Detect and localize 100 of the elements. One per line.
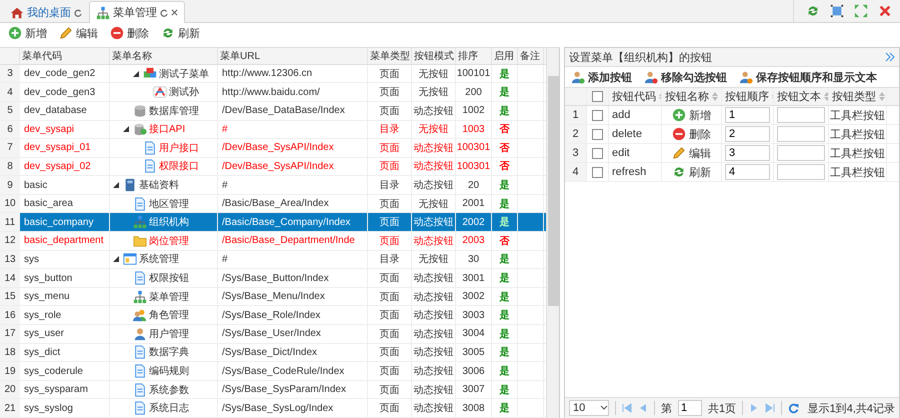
page-size-select[interactable]: 10 (569, 400, 609, 416)
scrollbar[interactable] (546, 48, 559, 418)
table-cell: 100301 (456, 158, 492, 176)
expanded-caret-icon[interactable] (132, 70, 140, 78)
table-row[interactable]: 18 sys_dict 数据字典 /Sys/Base_Dict/Index 页面 动态按钮 3005 是 (0, 344, 546, 362)
table-cell: /Basic/Base_Department/Inde (218, 232, 368, 250)
toolbar-button[interactable]: 移除勾选按钮 (642, 70, 729, 84)
close-icon[interactable] (171, 9, 178, 16)
expanded-caret-icon[interactable] (112, 181, 120, 190)
table-row[interactable]: 4 dev_code_gen3 测试孙 http://www.baidu.com/ 页面 无按钮 200 是 (0, 83, 546, 102)
row-number: 20 (0, 380, 20, 398)
window-icon (123, 252, 137, 266)
toolbar-button[interactable]: 添加按钮 (569, 70, 634, 84)
column-header[interactable]: 菜单URL (218, 48, 368, 64)
table-cell: 动态按钮 (412, 176, 456, 194)
order-input[interactable]: 4 (725, 164, 770, 180)
table-row[interactable]: 6 dev_sysapi 接口API # 目录 无按钮 1003 否 (0, 120, 546, 140)
table-cell: 动态按钮 (412, 158, 456, 176)
table-cell: dev_code_gen3 (20, 83, 110, 101)
page-input[interactable]: 1 (678, 400, 702, 416)
menu-name: 测试孙 (169, 86, 199, 100)
toolbar-button[interactable]: 刷新 (159, 26, 202, 40)
text-input[interactable] (777, 145, 825, 161)
toolbar-button[interactable]: 删除 (108, 26, 151, 40)
column-header[interactable]: 菜单代码 (20, 48, 110, 64)
expanded-caret-icon[interactable] (122, 125, 130, 134)
column-header[interactable]: 按钮顺序 (725, 89, 769, 104)
order-input[interactable]: 3 (725, 145, 770, 161)
text-input[interactable] (777, 164, 825, 180)
table-row[interactable]: 9 basic 基础资料 # 目录 动态按钮 20 是 (0, 176, 546, 195)
tab[interactable]: 我的桌面 (3, 2, 89, 22)
enabled-status: 否 (500, 234, 510, 248)
maximize-icon[interactable] (830, 4, 844, 18)
checkbox[interactable] (592, 128, 603, 140)
column-header[interactable]: 按钮代码 (612, 89, 656, 104)
order-input[interactable]: 2 (725, 126, 770, 142)
expanded-caret-icon[interactable] (112, 255, 120, 264)
order-input[interactable]: 1 (725, 107, 770, 123)
text-input[interactable] (777, 107, 825, 123)
table-cell: 3005 (456, 344, 492, 362)
table-row[interactable]: 3 dev_code_gen2 测试子菜单 http://www.12306.cn 页面 无按钮 100101 是 (0, 64, 546, 84)
expand-arrows-icon[interactable] (854, 4, 868, 18)
column-header[interactable]: 排序 (456, 48, 492, 64)
table-cell: 页面 (368, 325, 412, 343)
table-row[interactable]: 12 basic_department 岗位管理 /Basic/Base_Department/Inde 页面 动态按钮 2003 否 (0, 232, 546, 251)
table-row[interactable]: 10 basic_area 地区管理 /Basic/Base_Area/Index 页面 无按钮 2001 是 (0, 194, 546, 214)
menu-name: 测试子菜单 (159, 68, 209, 81)
table-row[interactable]: 13 sys 系统管理 # 目录 无按钮 30 是 (0, 250, 546, 270)
reload-icon[interactable] (160, 8, 168, 16)
column-header[interactable]: 按钮类型 (832, 89, 876, 104)
column-header[interactable]: 备注 (518, 48, 544, 64)
table-cell: sys_coderule (20, 362, 110, 380)
menu-name: 地区管理 (149, 198, 189, 211)
enabled-status: 是 (500, 68, 510, 81)
menu-name: 接口API (149, 122, 186, 136)
table-cell: 3003 (456, 306, 492, 324)
table-cell: /Dev/Base_DataBase/Index (218, 102, 368, 120)
checkbox[interactable] (592, 110, 603, 120)
row-number: 17 (0, 325, 20, 343)
table-row[interactable]: 7 dev_sysapi_01 用户接口 /Dev/Base_SysAPI/Index 页面 动态按钮 100301 否 (0, 139, 546, 158)
menu-name: 权限接口 (159, 160, 199, 174)
table-row[interactable]: 5 dev_database 数据库管理 /Dev/Base_DataBase/Index 页面 动态按钮 1002 是 (0, 102, 546, 120)
column-header[interactable]: 按钮模式 (412, 48, 456, 64)
refresh-icon[interactable] (788, 402, 800, 414)
tab[interactable]: 菜单管理 (89, 1, 185, 23)
row-number: 3 (565, 144, 587, 162)
table-cell: 3008 (456, 399, 492, 417)
table-row[interactable]: 15 sys_menu 菜单管理 /Sys/Base_Menu/Index 页面 动态按钮 3002 是 (0, 288, 546, 306)
checkbox[interactable] (592, 166, 603, 178)
record-summary: 显示1到4,共4记录 (808, 402, 895, 416)
close-icon[interactable] (878, 4, 892, 18)
table-cell: 动态按钮 (412, 399, 456, 417)
table-cell: 目录 (368, 176, 412, 194)
column-header[interactable]: 按钮文本 (777, 89, 821, 104)
column-header[interactable]: 菜单类型 (368, 48, 412, 64)
table-cell: 1002 (456, 102, 492, 120)
row-number: 15 (0, 288, 20, 306)
table-row[interactable]: 21 sys_syslog 系统日志 /Sys/Base_SysLog/Index 页面 动态按钮 3008 是 (0, 399, 546, 418)
column-header[interactable]: 按钮名称 (665, 89, 709, 104)
table-row[interactable]: 16 sys_role 角色管理 /Sys/Base_Role/Index 页面 动态按钮 3003 是 (0, 306, 546, 326)
toolbar-button[interactable]: 编辑 (57, 26, 100, 40)
checkbox[interactable] (592, 148, 603, 158)
table-row[interactable]: 17 sys_user 用户管理 /Sys/Base_User/Index 页面 动态按钮 3004 是 (0, 325, 546, 344)
checkbox[interactable] (592, 91, 603, 102)
toolbar-button[interactable]: 保存按钮顺序和显示文本 (737, 70, 879, 84)
column-header[interactable]: 菜单名称 (110, 48, 218, 64)
table-row[interactable]: 8 dev_sysapi_02 权限接口 /Dev/Base_SysAPI/Index 页面 动态按钮 100301 否 (0, 158, 546, 176)
table-cell: http://www.12306.cn (218, 64, 368, 82)
table-row[interactable]: 20 sys_sysparam 系统参数 /Sys/Base_SysParam/Index 页面 动态按钮 3007 是 (0, 380, 546, 400)
table-row[interactable]: 11 basic_company 组织机构 /Basic/Base_Company/Index 页面 动态按钮 2002 是 (0, 213, 546, 232)
table-row[interactable]: 14 sys_button 权限按钮 /Sys/Base_Button/Index 页面 动态按钮 3001 是 (0, 269, 546, 288)
table-cell: 动态按钮 (412, 344, 456, 362)
enabled-status: 是 (500, 104, 510, 118)
reload-icon[interactable] (74, 8, 82, 16)
toolbar-button[interactable]: 新增 (6, 26, 49, 40)
table-row[interactable]: 19 sys_coderule 编码规则 /Sys/Base_CodeRule/Index 页面 动态按钮 3006 是 (0, 362, 546, 381)
double-chevron-icon[interactable] (885, 52, 895, 62)
column-header[interactable]: 启用 (492, 48, 518, 64)
user-icon (739, 70, 753, 84)
text-input[interactable] (777, 126, 825, 142)
